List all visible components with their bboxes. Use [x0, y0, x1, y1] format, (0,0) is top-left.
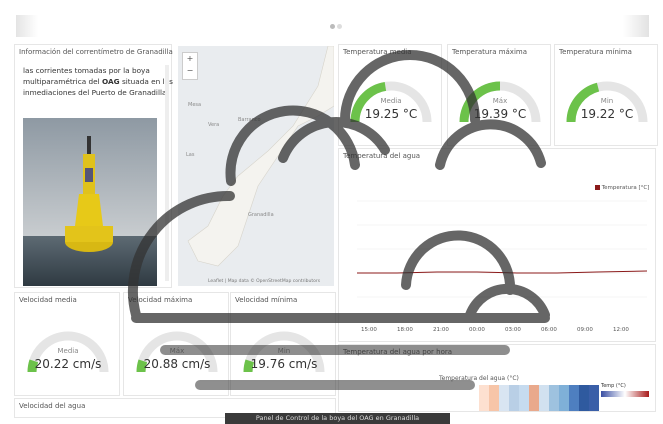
- heatmap-cell: [589, 385, 599, 411]
- temp-gauge-title: Temperatura máxima: [452, 48, 528, 56]
- heatmap-cell: [499, 385, 509, 411]
- temp-gauge-title: Temperatura media: [343, 48, 412, 56]
- heatmap-card: Temperatura del agua por hora Temperatur…: [338, 344, 656, 412]
- x-tick-label: 00:00: [469, 327, 485, 333]
- temp-gauge-card: Temperatura mínima Min 19.22 °C: [554, 44, 658, 146]
- buoy-photo: [23, 118, 157, 286]
- map-attribution[interactable]: Leaflet | Map data © OpenStreetMap contr…: [208, 279, 320, 284]
- info-text-bold: OAG: [101, 77, 120, 86]
- heatmap-cell: [489, 385, 499, 411]
- svg-text:Las: Las: [186, 152, 195, 158]
- velocity-gauge-value: 20.88 cm/s: [143, 357, 211, 371]
- svg-text:Granadilla: Granadilla: [248, 212, 274, 218]
- velocity-direction-title: Velocidad del agua: [19, 402, 86, 410]
- velocity-gauge-card: Velocidad media Media 20.22 cm/s: [14, 292, 120, 396]
- info-card: Información del correntímetro de Granadi…: [14, 44, 173, 288]
- temp-gauge-card: Temperatura máxima Máx 19.39 °C: [447, 44, 551, 146]
- heatmap-cell: [539, 385, 549, 411]
- info-link[interactable]: Puerto de Granadilla: [92, 88, 167, 97]
- x-tick-label: 18:00: [397, 327, 413, 333]
- x-tick-label: 21:00: [433, 327, 449, 333]
- velocity-gauge-value: 19.76 cm/s: [250, 357, 318, 371]
- x-tick-label: 03:00: [505, 327, 521, 333]
- heatmap-title: Temperatura del agua (°C): [439, 375, 519, 382]
- zoom-out-button[interactable]: −: [183, 65, 197, 77]
- right-shadow: [623, 15, 649, 37]
- velocity-gauge-card: Velocidad mínima Min 19.76 cm/s: [230, 292, 336, 396]
- heatmap-cell: [579, 385, 589, 411]
- heatmap-cell: [559, 385, 569, 411]
- velocity-gauge-title: Velocidad media: [19, 296, 77, 304]
- x-tick-label: 12:00: [613, 327, 629, 333]
- temp-gauge-label: Máx: [492, 97, 508, 105]
- velocity-gauge-value: 20.22 cm/s: [34, 357, 102, 371]
- temp-chart-plot: [357, 200, 647, 298]
- zoom-in-button[interactable]: +: [183, 53, 197, 65]
- heatmap-cell: [529, 385, 539, 411]
- svg-text:Barranco: Barranco: [238, 117, 261, 123]
- x-tick-label: 06:00: [541, 327, 557, 333]
- pager-dot[interactable]: [337, 24, 342, 29]
- temp-chart-title: Temperatura del agua: [343, 152, 421, 160]
- velocity-gauge-label: Min: [277, 347, 291, 355]
- heatmap-cell: [569, 385, 579, 411]
- map[interactable]: Mesa Vera Barranco Las Granadilla + − Le…: [178, 46, 334, 286]
- heatmap-cell: [519, 385, 529, 411]
- temp-gauge-label: Min: [600, 97, 614, 105]
- temp-gauge-value: 19.25 °C: [364, 107, 418, 121]
- temp-gauge-value: 19.39 °C: [473, 107, 527, 121]
- top-bar: [0, 0, 663, 42]
- temp-gauge-card: Temperatura media Media 19.25 °C: [338, 44, 442, 146]
- temperature-chart-card: Temperatura del agua Temperatura [°C] 15…: [338, 148, 656, 342]
- zoom-control[interactable]: + −: [182, 52, 198, 80]
- svg-text:Vera: Vera: [208, 122, 219, 128]
- heatmap-cell: [479, 385, 489, 411]
- scrollbar[interactable]: [165, 65, 169, 281]
- temp-gauge-label: Media: [380, 97, 402, 105]
- left-shadow: [16, 15, 38, 37]
- heatmap-cell: [509, 385, 519, 411]
- heatmap-legend-title: Temp (°C): [601, 383, 626, 389]
- pager-dot[interactable]: [330, 24, 335, 29]
- info-description: las corrientes tomadas por la boya multi…: [23, 65, 173, 98]
- velocity-gauge-title: Velocidad máxima: [128, 296, 193, 304]
- velocity-gauge-card: Velocidad máxima Máx 20.88 cm/s: [123, 292, 229, 396]
- heatmap-color-scale: [601, 391, 649, 397]
- x-tick-label: 09:00: [577, 327, 593, 333]
- heatmap-section-title: Temperatura del agua por hora: [343, 348, 453, 356]
- footer: Panel de Control de la boya del OAG en G…: [225, 413, 450, 424]
- info-title: Información del correntímetro de Granadi…: [19, 48, 173, 56]
- velocity-gauge-label: Máx: [169, 347, 185, 355]
- x-tick-label: 15:00: [361, 327, 377, 333]
- temp-gauge-value: 19.22 °C: [580, 107, 634, 121]
- velocity-gauge-title: Velocidad mínima: [235, 296, 298, 304]
- svg-text:Mesa: Mesa: [188, 102, 201, 108]
- heatmap-cell: [549, 385, 559, 411]
- velocity-gauge-label: Media: [57, 347, 79, 355]
- temp-gauge-title: Temperatura mínima: [559, 48, 632, 56]
